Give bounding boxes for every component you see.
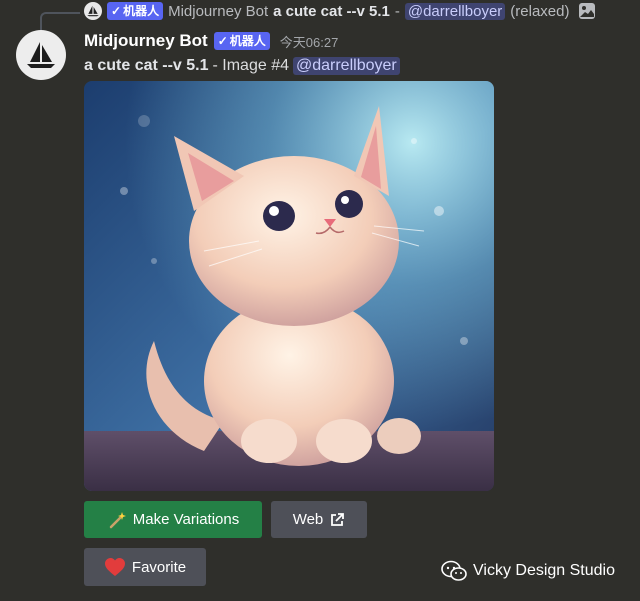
sailboat-logo-icon	[27, 42, 55, 68]
bot-avatar[interactable]	[16, 30, 66, 80]
external-link-icon	[331, 512, 345, 526]
generated-image[interactable]	[84, 81, 494, 491]
prompt-text: a cute cat --v 5.1	[84, 57, 209, 74]
heart-icon	[104, 558, 125, 576]
favorite-label: Favorite	[131, 558, 187, 576]
reply-separator: -	[394, 2, 400, 20]
bot-badge-label: 机器人	[229, 34, 266, 48]
message-header: Midjourney Bot ✓ 机器人 今天06:27	[84, 30, 338, 52]
reply-connector-line	[40, 12, 80, 30]
make-variations-label: Make Variations	[132, 511, 240, 528]
web-button[interactable]: Web	[271, 501, 367, 538]
badge-check-icon: ✓	[217, 34, 228, 48]
make-variations-button[interactable]: Make Variations	[84, 501, 262, 538]
web-label: Web	[292, 511, 324, 528]
reply-mode: (relaxed)	[510, 2, 570, 20]
bot-badge: ✓ 机器人	[213, 32, 270, 50]
favorite-button[interactable]: Favorite	[84, 548, 206, 586]
reply-bot-badge: ✓ 机器人	[107, 2, 164, 20]
username[interactable]: Midjourney Bot	[84, 31, 208, 51]
reply-avatar[interactable]	[84, 2, 102, 20]
reply-preview[interactable]: ✓ 机器人 Midjourney Bot a cute cat --v 5.1 …	[84, 0, 640, 22]
magic-wand-icon	[109, 511, 126, 528]
reply-mention[interactable]: @darrellboyer	[404, 2, 506, 20]
message-content: a cute cat --v 5.1 - Image #4 @darrellbo…	[84, 54, 400, 78]
sailboat-logo-icon	[87, 5, 99, 17]
watermark-text: Vicky Design Studio	[473, 562, 615, 579]
timestamp[interactable]: 今天06:27	[280, 32, 339, 51]
kitten-illustration	[84, 81, 494, 491]
wechat-icon	[441, 560, 467, 581]
badge-check-icon: ✓	[111, 4, 122, 18]
reply-badge-label: 机器人	[123, 4, 160, 18]
reply-bot-name[interactable]: Midjourney Bot	[168, 3, 268, 20]
reply-prompt: a cute cat --v 5.1	[273, 2, 390, 20]
image-number-label: - Image #4	[212, 57, 289, 74]
user-mention[interactable]: @darrellboyer	[292, 57, 400, 75]
image-icon[interactable]	[578, 2, 596, 20]
watermark: Vicky Design Studio	[441, 556, 615, 586]
